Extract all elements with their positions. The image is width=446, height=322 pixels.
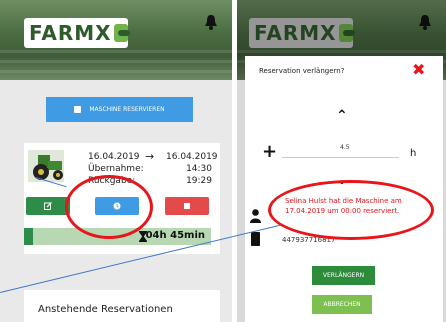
pickup-label: Übernahme: [88, 164, 144, 174]
stop-button[interactable] [165, 197, 209, 215]
return-time: 19:29 [186, 176, 212, 186]
bell-icon[interactable] [418, 14, 432, 30]
remaining-time-fill [24, 228, 33, 245]
hours-input-underline [282, 157, 399, 158]
edit-button[interactable] [26, 197, 70, 215]
end-date: 16.04.2019 [166, 152, 218, 162]
stop-icon [184, 203, 190, 209]
logo-badge-icon [113, 24, 131, 42]
chevron-up-icon[interactable]: ⌃ [336, 108, 348, 124]
highlight-ellipse-left [65, 175, 153, 239]
upcoming-reservations-panel: Anstehende Reservationen [24, 290, 220, 322]
bell-icon[interactable] [204, 14, 218, 30]
plus-icon[interactable]: + [262, 141, 277, 162]
extend-button[interactable]: VERLÄNGERN [312, 266, 375, 285]
cancel-button-label: ABBRECHEN [323, 301, 361, 308]
farmx-logo: FARMX [249, 18, 356, 48]
phone-icon [251, 232, 260, 246]
cancel-button[interactable]: ABBRECHEN [312, 295, 372, 314]
calendar-icon [74, 106, 82, 113]
logo-text: FARMX [254, 21, 337, 45]
close-icon[interactable]: ✖ [412, 60, 425, 79]
highlight-ellipse-right [268, 180, 434, 240]
dialog-title: Reservation verlängern? [259, 67, 345, 75]
logo-text: FARMX [29, 21, 112, 45]
start-date: 16.04.2019 [88, 152, 140, 162]
extend-button-label: VERLÄNGERN [322, 272, 365, 279]
hours-unit: h [410, 148, 417, 159]
reserve-machine-label: MASCHINE RESERVIEREN [89, 106, 165, 113]
logo-badge-icon [338, 24, 356, 42]
edit-icon [44, 202, 52, 210]
left-phone-screen: FARMX MASCHINE RESERVIEREN 16.04.2019 → … [0, 0, 232, 322]
person-icon [250, 209, 261, 223]
hours-input[interactable]: 4.5 [340, 144, 350, 151]
tractor-image [28, 150, 64, 182]
upcoming-reservations-title: Anstehende Reservationen [38, 304, 173, 315]
reserve-machine-button[interactable]: MASCHINE RESERVIEREN [46, 97, 193, 122]
arrow-right-icon: → [145, 150, 155, 163]
farmx-logo: FARMX [24, 18, 131, 48]
header-banner: FARMX [0, 0, 232, 80]
remaining-time: 04h 45min [145, 230, 205, 241]
pickup-time: 14:30 [186, 164, 212, 174]
